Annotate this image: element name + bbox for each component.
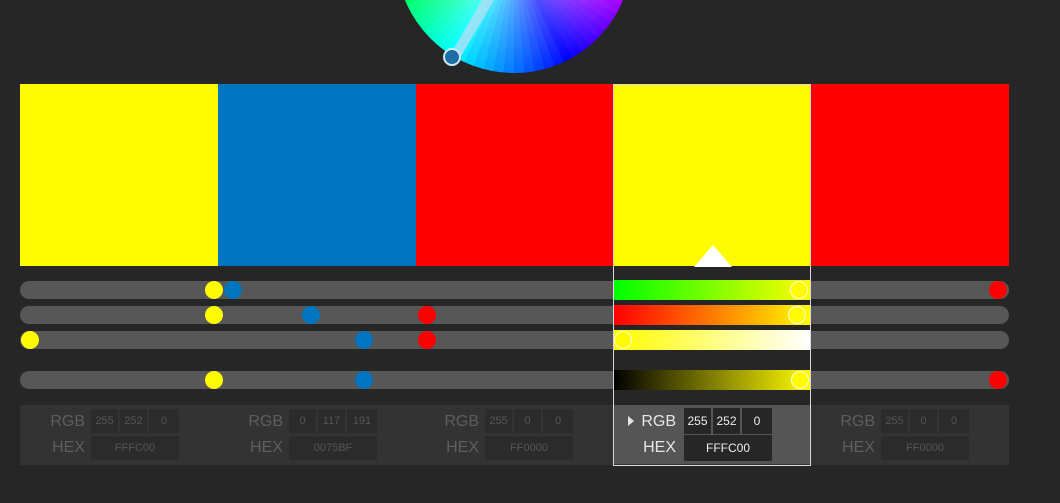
saturation-handle-red[interactable] <box>417 306 436 324</box>
value-handle-blue[interactable] <box>354 371 373 389</box>
b-field[interactable]: 0 <box>149 409 179 433</box>
value-handle-yellow[interactable] <box>204 371 223 389</box>
hex-field[interactable]: FF0000 <box>485 436 573 460</box>
color-wheel[interactable] <box>0 0 1060 80</box>
g-field[interactable]: 252 <box>120 409 147 433</box>
saturation-handle-blue[interactable] <box>301 306 320 324</box>
b-field[interactable]: 0 <box>742 408 772 434</box>
rgb-label: RGB <box>444 413 479 430</box>
r-field[interactable]: 0 <box>289 409 316 433</box>
hex-label: HEX <box>842 439 875 456</box>
saturation-handle-selected[interactable] <box>788 306 806 324</box>
hex-field[interactable]: FFFC00 <box>684 435 772 461</box>
hue-handle-yellow[interactable] <box>204 281 223 299</box>
wheel-handle[interactable] <box>443 48 461 66</box>
hue-handle-selected[interactable] <box>790 281 808 299</box>
r-field[interactable]: 255 <box>881 409 908 433</box>
color-panel-4-selected: RGB HEX 255 252 0 FFFC00 <box>614 405 810 464</box>
rgb-label: RGB <box>248 413 283 430</box>
rgb-label: RGB <box>50 413 85 430</box>
swatch-1[interactable] <box>20 84 218 266</box>
b-field[interactable]: 0 <box>543 409 573 433</box>
swatch-3[interactable] <box>416 84 614 266</box>
r-field[interactable]: 255 <box>91 409 118 433</box>
color-panel-3: RGB HEX 255 0 0 FF0000 <box>416 405 612 465</box>
g-field[interactable]: 0 <box>910 409 937 433</box>
value-slider[interactable] <box>20 371 1009 389</box>
color-panel-5: RGB HEX 255 0 0 FF0000 <box>811 405 1007 465</box>
brightness-handle-blue[interactable] <box>354 331 373 349</box>
hex-label: HEX <box>446 439 479 456</box>
swatch-4-fill <box>614 85 810 266</box>
hue-slider[interactable] <box>20 281 1009 299</box>
hex-label: HEX <box>643 439 676 456</box>
value-handle-selected[interactable] <box>791 371 809 389</box>
g-field[interactable]: 252 <box>713 408 740 434</box>
hex-field[interactable]: 0075BF <box>289 436 377 460</box>
swatch-2[interactable] <box>218 84 416 266</box>
brightness-handle-yellow[interactable] <box>21 331 39 349</box>
saturation-handle-yellow[interactable] <box>204 306 223 324</box>
b-field[interactable]: 0 <box>939 409 969 433</box>
brightness-slider[interactable] <box>20 331 1009 349</box>
brightness-handle-selected[interactable] <box>614 331 632 349</box>
hue-handle-red[interactable] <box>989 281 1007 299</box>
hex-field[interactable]: FFFC00 <box>91 436 179 460</box>
brightness-handle-red[interactable] <box>417 331 436 349</box>
color-panel-1: RGB HEX 255 252 0 FFFC00 <box>20 405 216 465</box>
hex-label: HEX <box>52 439 85 456</box>
rgb-label: RGB <box>840 413 875 430</box>
g-field[interactable]: 0 <box>514 409 541 433</box>
b-field[interactable]: 191 <box>347 409 377 433</box>
r-field[interactable]: 255 <box>684 408 711 434</box>
hex-label: HEX <box>250 439 283 456</box>
g-field[interactable]: 117 <box>318 409 345 433</box>
rgb-label: RGB <box>641 413 676 430</box>
color-panel-2: RGB HEX 0 117 191 0075BF <box>218 405 414 465</box>
hex-field[interactable]: FF0000 <box>881 436 969 460</box>
r-field[interactable]: 255 <box>485 409 512 433</box>
saturation-slider[interactable] <box>20 306 1009 324</box>
value-handle-red[interactable] <box>989 371 1007 389</box>
swatch-5[interactable] <box>811 84 1009 266</box>
triangle-up-icon <box>694 245 732 267</box>
